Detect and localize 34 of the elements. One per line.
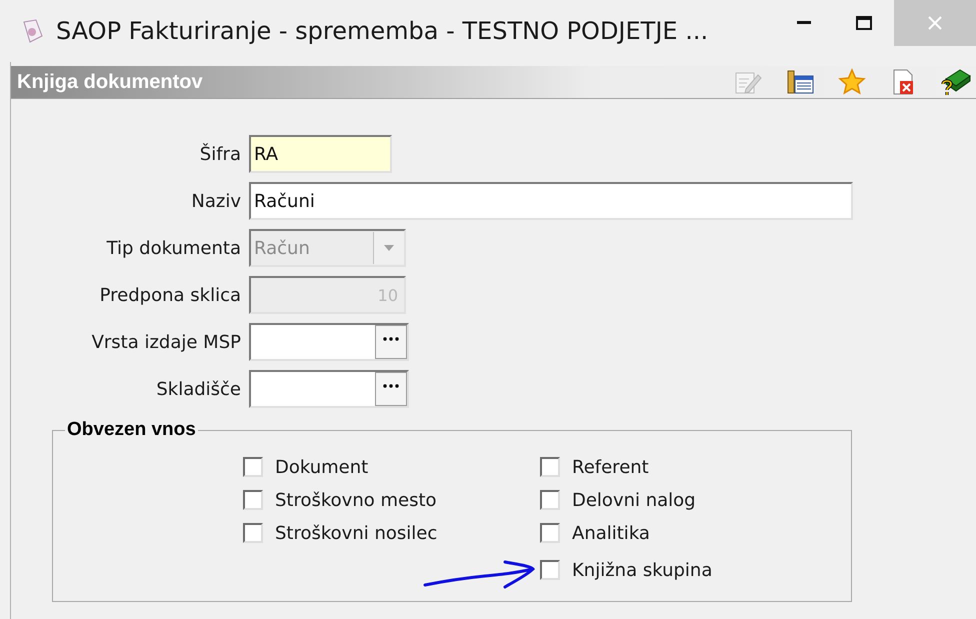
field-label: Tip dokumenta — [106, 238, 241, 258]
checkbox[interactable]: Stroškovni nosilec — [243, 521, 540, 545]
browse-icon[interactable] — [375, 372, 407, 406]
lookup-field[interactable] — [249, 323, 409, 361]
field-label: Šifra — [198, 144, 241, 164]
panel-title: Knjiga dokumentov — [16, 70, 204, 94]
minimize-icon[interactable] — [797, 21, 811, 25]
dropdown-arrow-icon — [383, 244, 395, 252]
checkbox[interactable]: Knjižna skupina — [540, 558, 712, 582]
text-field[interactable]: RA — [249, 135, 392, 173]
field-label: Vrsta izdaje MSP — [90, 332, 241, 352]
help-book-icon — [940, 67, 972, 97]
checkbox[interactable]: Referent — [540, 455, 712, 479]
checkbox-box[interactable] — [243, 490, 263, 510]
checkbox[interactable]: Stroškovno mesto — [243, 488, 540, 512]
field-label: Naziv — [190, 190, 241, 212]
field-label: Skladišče — [155, 378, 241, 400]
checkbox-box[interactable] — [540, 560, 560, 580]
checkbox[interactable]: Dokument — [243, 455, 540, 479]
maximize-icon[interactable] — [856, 16, 872, 30]
checkbox-box[interactable] — [540, 490, 560, 510]
window-title: SAOP Fakturiranje - sprememba - TESTNO PODJETJE ... — [56, 17, 710, 45]
browse-icon[interactable] — [375, 325, 407, 359]
star-icon — [838, 68, 866, 96]
checkbox-box[interactable] — [243, 523, 263, 543]
checkbox-box[interactable] — [540, 457, 560, 477]
checkbox-box[interactable] — [243, 457, 263, 477]
checkbox[interactable]: Delovni nalog — [540, 488, 712, 512]
lookup-field[interactable] — [249, 370, 409, 408]
text-field[interactable]: Računi — [249, 182, 853, 220]
table-icon — [785, 69, 815, 95]
field-label: Predpona sklica — [98, 284, 241, 306]
checkbox-box[interactable] — [540, 523, 560, 543]
checkbox[interactable]: Analitika — [540, 521, 712, 545]
